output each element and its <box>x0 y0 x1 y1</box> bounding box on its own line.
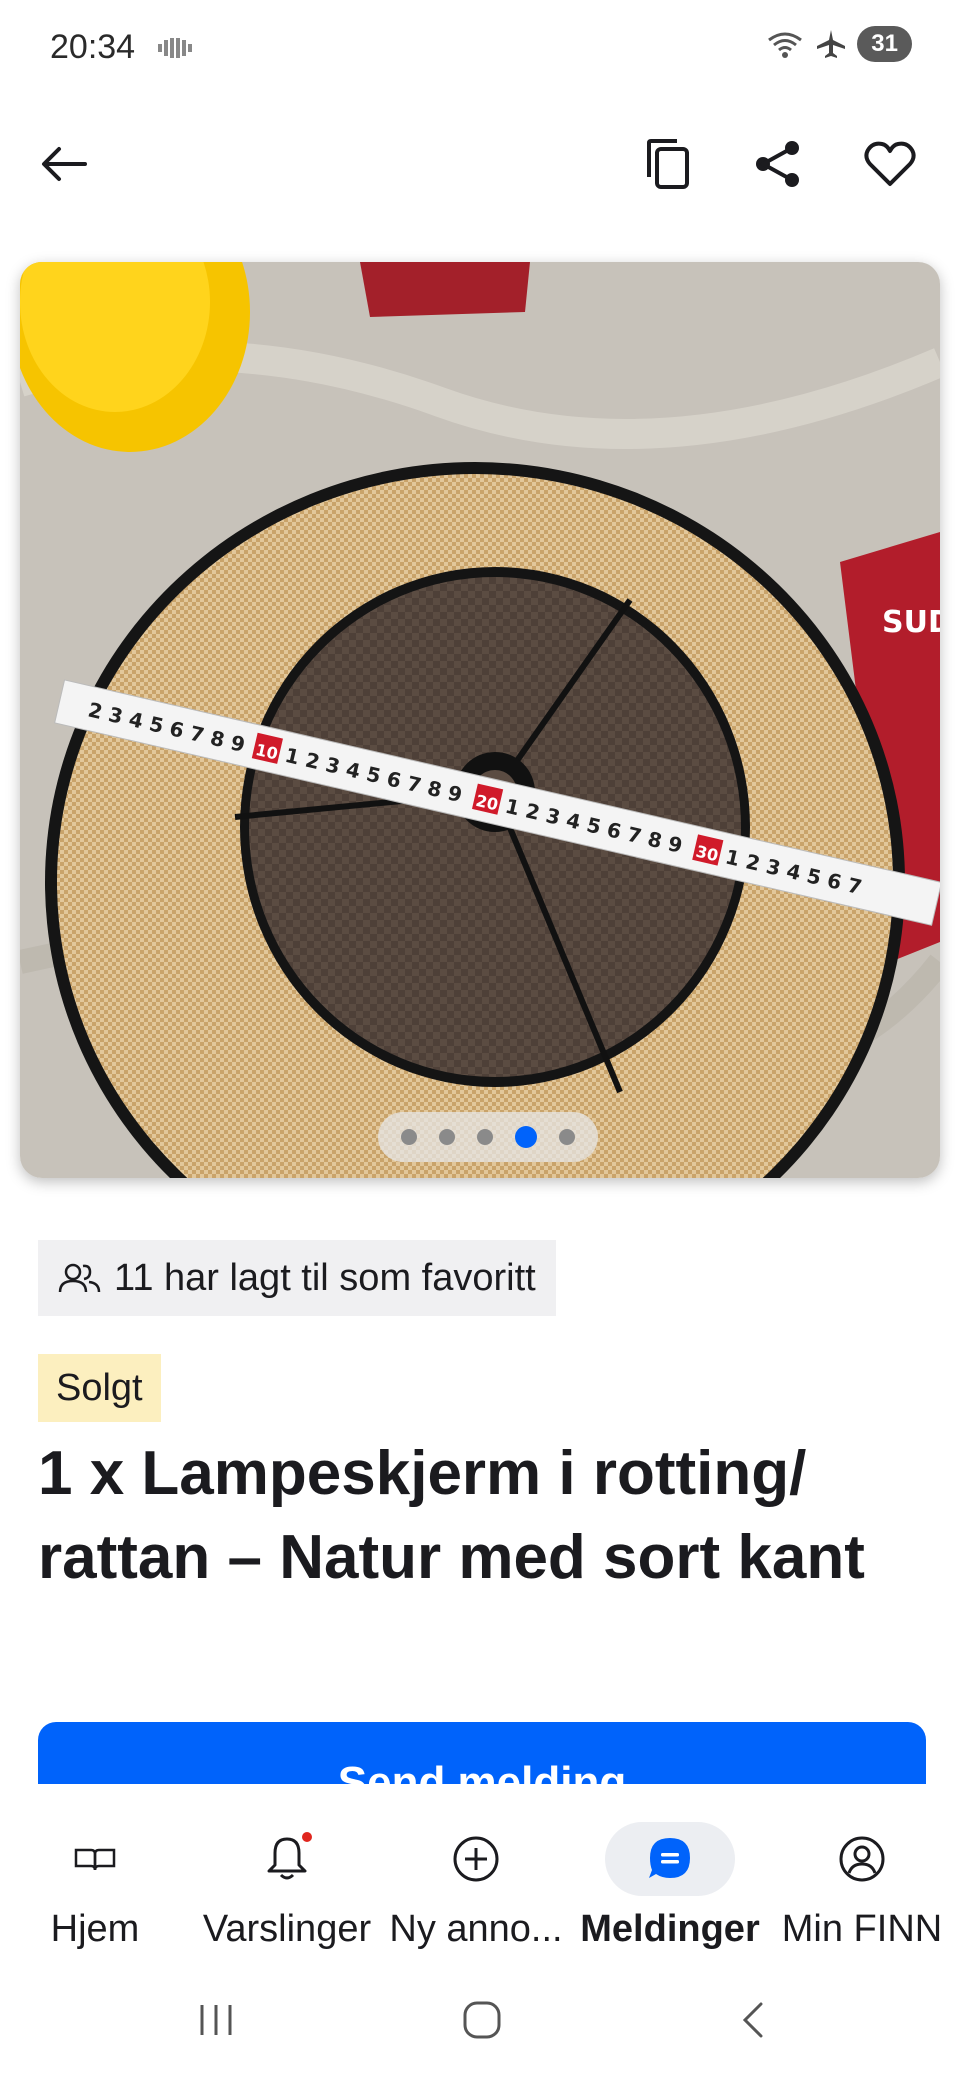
nav-item-my-finn[interactable]: Min FINN <box>772 1822 952 1962</box>
nav-label-messages: Meldinger <box>580 1908 760 1950</box>
nav-label-new-ad: Ny anno... <box>389 1908 563 1950</box>
gallery-pagination[interactable] <box>378 1112 598 1162</box>
signal-pattern-icon <box>158 38 192 58</box>
gallery-dot[interactable] <box>439 1129 455 1145</box>
back-button[interactable] <box>28 128 100 200</box>
nav-item-notifications[interactable]: Varslinger <box>196 1822 378 1962</box>
users-icon <box>58 1263 101 1293</box>
plus-circle-icon <box>453 1836 499 1882</box>
nav-label-home: Hjem <box>50 1908 140 1950</box>
share-icon <box>756 141 799 187</box>
gallery-dot[interactable] <box>477 1129 493 1145</box>
status-icons: 31 <box>765 26 912 62</box>
notification-dot <box>300 1830 314 1844</box>
home-icon <box>463 2001 501 2039</box>
send-message-button[interactable]: Send melding <box>38 1722 926 1784</box>
bottom-navigation: Hjem Varslinger Ny anno... Meldinger Min… <box>0 1784 960 1962</box>
nav-icon-container <box>411 1822 541 1896</box>
nav-item-new-ad[interactable]: Ny anno... <box>386 1822 566 1962</box>
copy-icon <box>647 139 689 189</box>
nav-icon-container <box>30 1822 160 1896</box>
book-icon <box>74 1848 116 1871</box>
nav-item-messages[interactable]: Meldinger <box>574 1822 766 1962</box>
recent-apps-button[interactable] <box>186 1992 246 2048</box>
favorites-count-chip: 11 har lagt til som favoritt <box>38 1240 556 1316</box>
user-circle-icon <box>839 1836 885 1882</box>
heart-icon <box>864 141 916 186</box>
status-time: 20:34 <box>50 28 136 66</box>
favorites-count-text: 11 har lagt til som favoritt <box>114 1256 536 1299</box>
wifi-icon <box>768 32 803 58</box>
gallery-dot[interactable] <box>401 1129 417 1145</box>
listing-photo: SUD 2 3 4 5 6 7 8 9 10 1 2 3 4 5 6 7 8 9… <box>20 262 940 1178</box>
copy-link-button[interactable] <box>632 128 704 200</box>
favorite-button[interactable] <box>854 128 926 200</box>
system-navigation-bar <box>0 1962 960 2080</box>
status-badge: Solgt <box>38 1354 161 1422</box>
status-bar: 20:34 31 <box>0 0 960 96</box>
home-button[interactable] <box>452 1992 512 2048</box>
listing-title: 1 x Lampeskjerm i rotting/ rattan – Natu… <box>38 1439 865 1592</box>
battery-icon: 31 <box>857 26 912 62</box>
nav-item-home[interactable]: Hjem <box>30 1822 160 1962</box>
send-button-viewport: Send melding <box>38 1722 926 1784</box>
nav-label-my-finn: Min FINN <box>781 1908 943 1950</box>
nav-icon-container <box>222 1822 352 1896</box>
system-back-button[interactable] <box>722 1992 782 2048</box>
nav-label-notifications: Varslinger <box>202 1908 372 1950</box>
chat-icon <box>649 1838 690 1878</box>
airplane-icon <box>817 30 846 58</box>
nav-icon-container <box>797 1822 927 1896</box>
share-button[interactable] <box>742 128 814 200</box>
listing-image-gallery[interactable]: SUD 2 3 4 5 6 7 8 9 10 1 2 3 4 5 6 7 8 9… <box>20 262 940 1178</box>
gallery-dot-active[interactable] <box>515 1126 537 1148</box>
top-app-bar <box>0 118 960 218</box>
back-arrow-icon <box>42 147 87 181</box>
gallery-dot[interactable] <box>559 1129 575 1145</box>
nav-icon-container <box>605 1822 735 1896</box>
recent-apps-icon <box>200 2005 232 2035</box>
chevron-left-icon <box>742 2002 763 2038</box>
svg-text:SUD: SUD <box>882 605 940 640</box>
